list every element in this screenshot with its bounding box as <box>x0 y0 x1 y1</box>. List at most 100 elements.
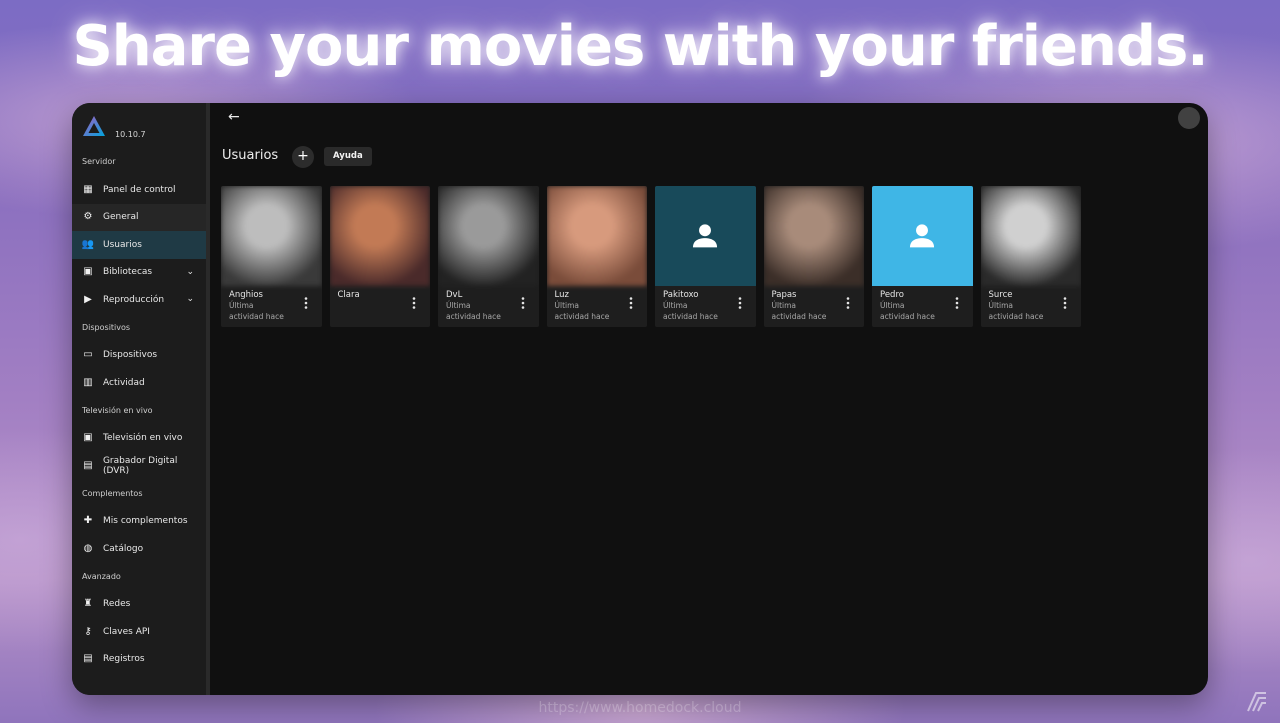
sidebar: 10.10.7 Servidor ▦ Panel de control ⚙ Genera… <box>72 103 210 695</box>
more-vert-icon[interactable] <box>629 294 633 309</box>
sidebar-item-usuarios[interactable]: 👥 Usuarios <box>72 231 206 259</box>
user-last-activity-line1: Última <box>880 301 905 310</box>
devices-icon: ▭ <box>83 349 93 361</box>
user-avatar-photo <box>329 186 430 286</box>
globe-icon: ◍ <box>83 542 93 554</box>
user-avatar-photo <box>546 186 647 286</box>
sidebar-item-mis-complementos[interactable]: ✚ Mis complementos <box>72 508 206 536</box>
user-menu-button[interactable] <box>1178 107 1200 129</box>
user-last-activity-line2: actividad hace <box>988 312 1044 321</box>
user-last-activity-line1: Última <box>771 301 797 310</box>
sidebar-item-label: Grabador Digital (DVR) <box>102 455 178 476</box>
back-arrow-icon[interactable]: ← <box>228 109 240 125</box>
sidebar-item-label: Reproducción <box>103 294 165 305</box>
sidebar-item-registros[interactable]: ▤ Registros <box>72 646 206 674</box>
sidebar-item-grabador-digital-dvr[interactable]: ▤ Grabador Digital (DVR) <box>72 452 206 480</box>
sidebar-item-label: Panel de control <box>103 184 176 195</box>
more-vert-icon[interactable] <box>412 294 416 309</box>
jellyfin-logo <box>83 116 105 136</box>
user-last-activity-line2: actividad hace <box>446 312 501 321</box>
sidebar-section-title: Avanzado <box>82 571 121 581</box>
network-icon: ♜ <box>83 598 93 610</box>
user-name: Pedro <box>880 290 904 300</box>
brand-mark-icon <box>1247 692 1266 712</box>
user-avatar-photo <box>221 186 322 286</box>
sidebar-nav: Servidor ▦ Panel de control ⚙ General 👥 Usuari… <box>72 148 206 673</box>
logs-icon: ▤ <box>83 653 93 665</box>
user-avatar-photo <box>980 186 1081 286</box>
user-last-activity-line2: actividad hace <box>663 312 718 321</box>
help-button[interactable]: Ayuda <box>324 147 372 166</box>
user-name: Luz <box>554 290 569 300</box>
user-last-activity-line2: actividad hace <box>229 312 284 321</box>
sidebar-item-label: Usuarios <box>103 239 142 250</box>
user-name: DvL <box>446 290 463 300</box>
sidebar-item-label: Televisión en vivo <box>103 433 183 444</box>
sidebar-item-label: Catálogo <box>103 543 144 554</box>
user-card[interactable]: Papas Última actividad hace <box>763 186 864 327</box>
sidebar-item-bibliotecas[interactable]: ▣ Bibliotecas ⌄ <box>72 259 206 287</box>
people-icon: 👥 <box>81 238 95 250</box>
user-card[interactable]: Pakitoxo Última actividad hace <box>655 186 756 327</box>
sidebar-item-label: Mis complementos <box>103 516 188 527</box>
user-avatar-photo <box>763 186 864 286</box>
sidebar-item-label: Dispositivos <box>103 350 158 361</box>
sidebar-item-general[interactable]: ⚙ General <box>72 203 206 231</box>
sidebar-item-label: Claves API <box>103 626 150 637</box>
play-circle-icon: ▶ <box>84 293 92 305</box>
user-last-activity-line2: actividad hace <box>554 312 610 321</box>
user-card[interactable]: Clara <box>329 186 430 327</box>
sidebar-section-title: Servidor <box>82 157 116 166</box>
user-name: Anghios <box>229 290 263 300</box>
library-icon: ▣ <box>83 266 93 278</box>
dashboard-icon: ▦ <box>83 183 93 195</box>
watermark-url: https://www.homedock.cloud <box>538 700 742 716</box>
more-vert-icon[interactable] <box>521 294 525 309</box>
person-icon <box>693 224 718 248</box>
sidebar-item-label: Redes <box>103 599 131 610</box>
user-card[interactable]: Luz Última actividad hace <box>546 186 647 327</box>
sidebar-item-actividad[interactable]: ▥ Actividad <box>72 369 206 397</box>
more-vert-icon[interactable] <box>846 294 850 309</box>
chevron-down-icon[interactable]: ⌄ <box>186 267 194 277</box>
user-card[interactable]: Pedro Última actividad hace <box>872 186 973 327</box>
live-tv-icon: ▣ <box>83 432 93 444</box>
default-avatar <box>872 186 973 286</box>
server-version: 10.10.7 <box>115 130 146 139</box>
more-vert-icon[interactable] <box>955 294 959 309</box>
gear-icon: ⚙ <box>83 211 93 223</box>
sidebar-item-reproducci-n[interactable]: ▶ Reproducción ⌄ <box>72 286 206 314</box>
sidebar-item-redes[interactable]: ♜ Redes <box>72 591 206 619</box>
user-name: Surce <box>988 290 1013 300</box>
person-icon <box>910 224 935 248</box>
sidebar-section-title: Dispositivos <box>82 322 131 332</box>
user-card[interactable]: Surce Última actividad hace <box>980 186 1081 327</box>
more-vert-icon[interactable] <box>1063 294 1067 309</box>
default-avatar <box>655 186 756 286</box>
user-last-activity-line1: Última <box>663 301 688 310</box>
sidebar-item-panel-de-control[interactable]: ▦ Panel de control <box>72 176 206 204</box>
more-vert-icon[interactable] <box>738 294 742 309</box>
user-cards: Anghios Última actividad hace Clara DvL Últim… <box>221 186 1081 327</box>
user-last-activity-line1: Última <box>446 301 471 310</box>
sidebar-item-claves-api[interactable]: ⚷ Claves API <box>72 618 206 646</box>
user-last-activity-line1: Última <box>988 301 1014 310</box>
user-last-activity-line1: Última <box>554 301 580 310</box>
app-window: 10.10.7 Servidor ▦ Panel de control ⚙ Genera… <box>72 103 1208 695</box>
user-last-activity-line1: Última <box>229 301 254 310</box>
headline: Share your movies with your friends. <box>72 14 1208 79</box>
dvr-icon: ▤ <box>83 459 93 471</box>
sidebar-item-televisi-n-en-vivo[interactable]: ▣ Televisión en vivo <box>72 425 206 453</box>
more-vert-icon[interactable] <box>304 294 308 309</box>
sidebar-item-label: Bibliotecas <box>103 267 153 278</box>
sidebar-item-dispositivos[interactable]: ▭ Dispositivos <box>72 342 206 370</box>
key-icon: ⚷ <box>84 625 92 637</box>
user-last-activity-line2: actividad hace <box>771 312 827 321</box>
add-user-button[interactable]: + <box>292 146 314 168</box>
sidebar-item-cat-logo[interactable]: ◍ Catálogo <box>72 535 206 563</box>
user-card[interactable]: DvL Última actividad hace <box>438 186 539 327</box>
sidebar-item-label: Registros <box>103 654 145 665</box>
sidebar-section-title: Televisión en vivo <box>82 405 153 415</box>
chevron-down-icon[interactable]: ⌄ <box>186 294 194 304</box>
user-card[interactable]: Anghios Última actividad hace <box>221 186 322 327</box>
